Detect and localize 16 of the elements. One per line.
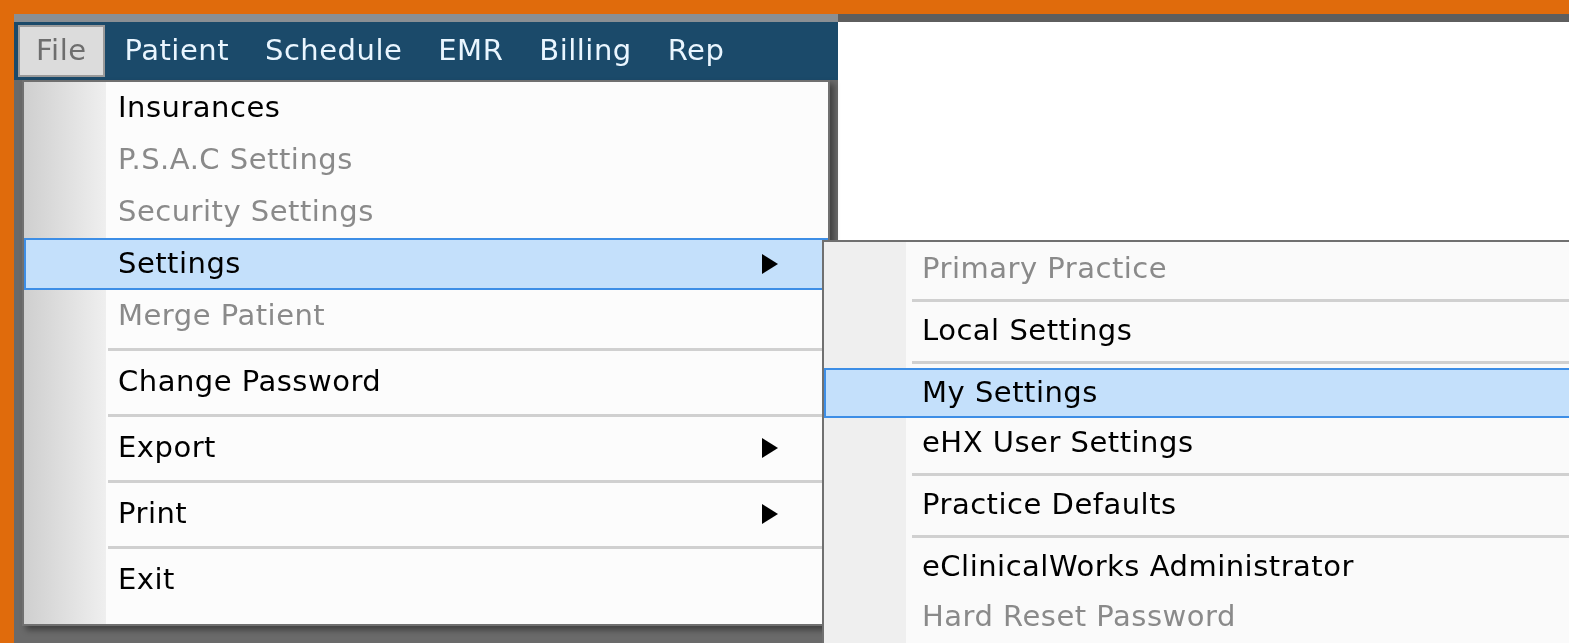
- menu-item[interactable]: Local Settings: [824, 306, 1569, 356]
- menu-bar-item[interactable]: Billing: [523, 25, 648, 77]
- menu-bar-item[interactable]: Patient: [108, 25, 245, 77]
- menu-bar-item[interactable]: Rep: [651, 25, 741, 77]
- menu-item[interactable]: eHX User Settings: [824, 418, 1569, 468]
- menu-item[interactable]: Practice Defaults: [824, 480, 1569, 530]
- menu-item[interactable]: eClinicalWorks Administrator: [824, 542, 1569, 592]
- submenu-arrow-icon: [762, 504, 778, 524]
- menu-bar-item[interactable]: Schedule: [249, 25, 419, 77]
- menu-item[interactable]: Insurances: [24, 82, 828, 134]
- submenu-arrow-icon: [762, 254, 778, 274]
- menu-item[interactable]: Settings: [24, 238, 828, 290]
- menu-bar-item[interactable]: EMR: [422, 25, 520, 77]
- submenu-arrow-icon: [762, 438, 778, 458]
- menu-bar-item[interactable]: File: [18, 25, 105, 77]
- menu-item[interactable]: My Settings: [824, 368, 1569, 418]
